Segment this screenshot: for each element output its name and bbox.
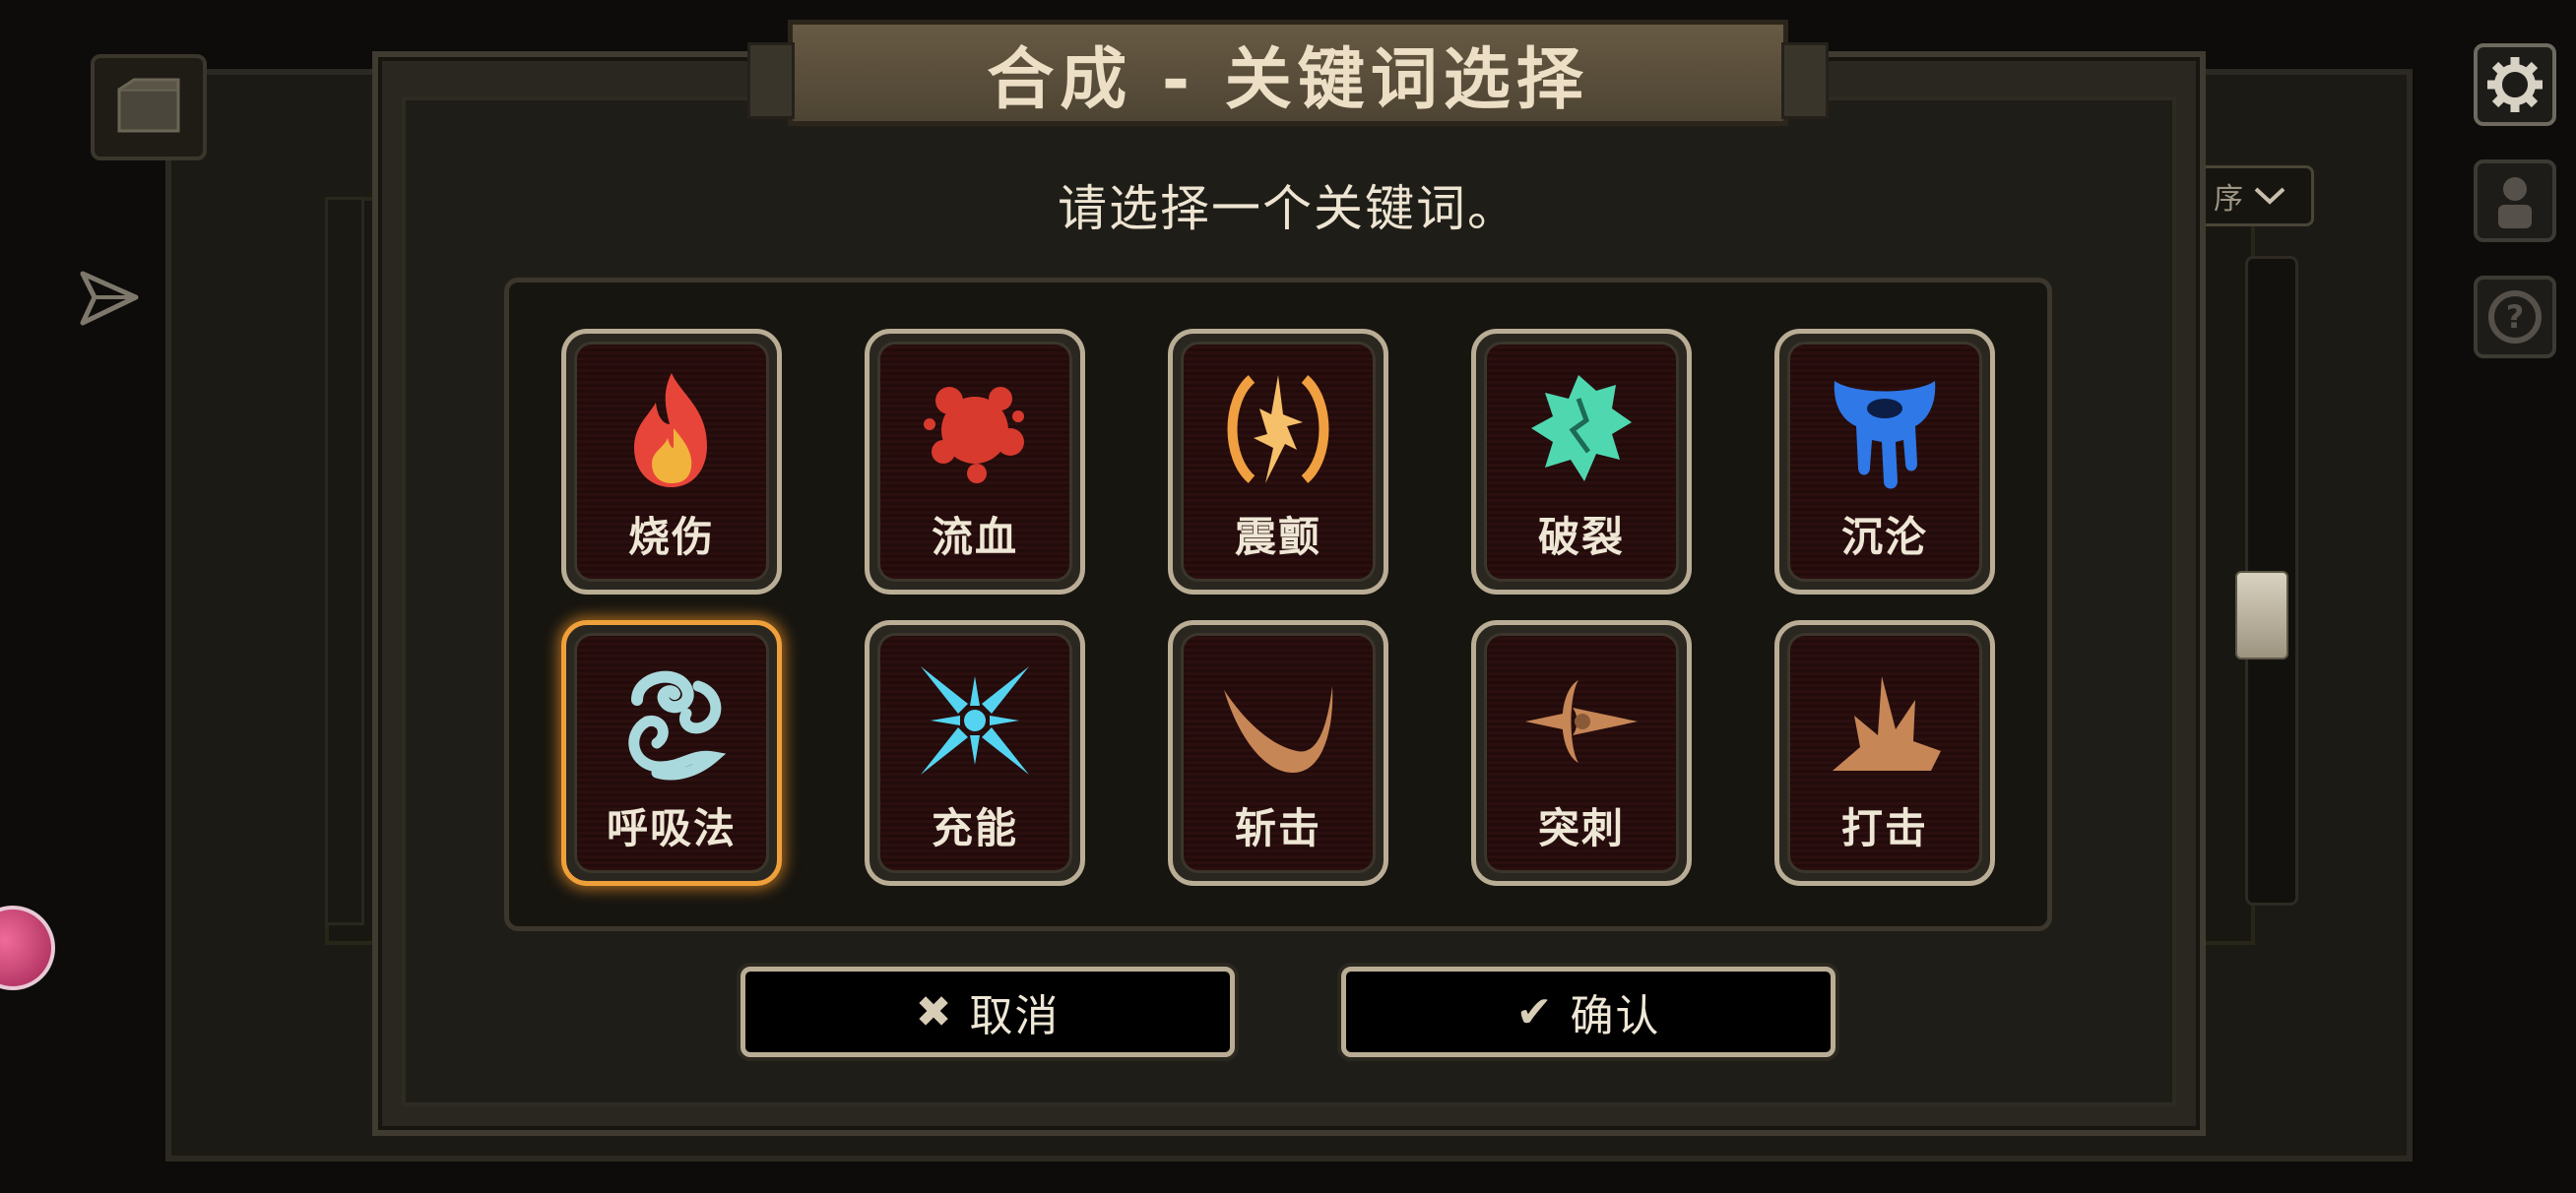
dialog-title: 合成 - 关键词选择 xyxy=(987,40,1589,119)
title-bracket-right xyxy=(1781,42,1829,119)
pierce-icon xyxy=(1525,680,1638,763)
keyword-label: 充能 xyxy=(931,804,1018,852)
inventory-box-icon[interactable] xyxy=(91,54,207,160)
keyword-label: 呼吸法 xyxy=(606,804,737,852)
settings-button[interactable] xyxy=(2474,43,2556,126)
keyword-label: 流血 xyxy=(931,513,1018,561)
keyword-tile-sinking[interactable]: 沉沦 xyxy=(1774,329,1995,595)
breath-swirl-icon xyxy=(628,670,727,781)
blunt-icon xyxy=(1833,676,1941,771)
keyword-tile-rupture[interactable]: 破裂 xyxy=(1471,329,1692,595)
keyword-tile-slash[interactable]: 斩击 xyxy=(1168,620,1388,886)
blood-splatter-icon xyxy=(924,387,1024,483)
checkmark-icon: ✔ xyxy=(1515,986,1555,1037)
confirm-button[interactable]: ✔ 确认 xyxy=(1341,967,1835,1057)
keyword-label: 打击 xyxy=(1840,804,1928,852)
help-button[interactable]: ? xyxy=(2474,276,2556,358)
floating-badge-icon[interactable] xyxy=(0,906,55,990)
svg-text:?: ? xyxy=(2506,298,2525,336)
close-icon: ✖ xyxy=(915,986,954,1037)
keyword-tile-breath[interactable]: 呼吸法 xyxy=(561,620,782,886)
keyword-label: 破裂 xyxy=(1537,513,1625,561)
sinking-icon xyxy=(1834,381,1936,489)
keyword-tile-tremor[interactable]: 震颤 xyxy=(1168,329,1388,595)
keyword-label: 突刺 xyxy=(1537,804,1625,852)
cancel-button[interactable]: ✖ 取消 xyxy=(741,967,1235,1057)
flame-icon xyxy=(634,373,707,487)
send-icon[interactable] xyxy=(77,266,142,335)
keyword-tile-charge[interactable]: 充能 xyxy=(865,620,1085,886)
left-side-strip xyxy=(325,197,364,925)
help-icon: ? xyxy=(2488,290,2542,344)
gear-icon xyxy=(2487,57,2543,112)
dialog-title-plate: 合成 - 关键词选择 xyxy=(747,20,1829,126)
keyword-label: 沉沦 xyxy=(1840,513,1928,561)
slash-icon xyxy=(1224,686,1333,773)
charge-icon xyxy=(921,666,1029,775)
dialog-prompt: 请选择一个关键词。 xyxy=(1058,180,1518,237)
keyword-tile-burn[interactable]: 烧伤 xyxy=(561,329,782,595)
title-bracket-left xyxy=(747,42,795,119)
confirm-button-label: 确认 xyxy=(1570,991,1661,1041)
keyword-tile-pierce[interactable]: 突刺 xyxy=(1471,620,1692,886)
keyword-label: 震颤 xyxy=(1234,513,1321,561)
keyword-tile-bleed[interactable]: 流血 xyxy=(865,329,1085,595)
keyword-label: 斩击 xyxy=(1234,804,1321,852)
rupture-icon xyxy=(1531,375,1632,481)
cancel-button-label: 取消 xyxy=(969,991,1061,1041)
keyword-tile-blunt[interactable]: 打击 xyxy=(1774,620,1995,886)
keyword-label: 烧伤 xyxy=(627,513,715,561)
scroll-handle[interactable] xyxy=(2235,571,2288,659)
tremor-icon xyxy=(1227,375,1329,483)
